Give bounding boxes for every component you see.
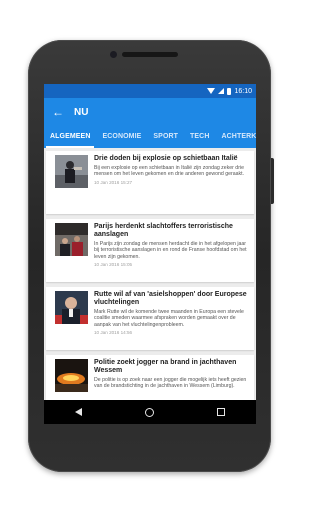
- article-thumbnail: [55, 359, 88, 392]
- power-button: [271, 158, 274, 204]
- status-time: 16:10: [234, 87, 252, 95]
- tab-sport[interactable]: SPORT: [147, 126, 184, 148]
- article-headline: Drie doden bij explosie op schietbaan It…: [94, 155, 238, 162]
- tab-economie[interactable]: ECONOMIE: [96, 126, 147, 148]
- app-title: NU: [74, 106, 89, 118]
- article-thumbnail: [55, 291, 88, 324]
- article-headline: Rutte wil af van 'asielshoppen' door Eur…: [94, 291, 247, 306]
- article-date: 10 Jan 2016 14:56: [94, 330, 133, 336]
- article-excerpt: De politie is op zoek naar een jogger di…: [94, 377, 247, 390]
- article-card[interactable]: Drie doden bij explosie op schietbaan It…: [46, 151, 254, 214]
- article-excerpt: Bij een explosie op een schietbaan in It…: [94, 165, 244, 178]
- news-feed: Drie doden bij explosie op schietbaan It…: [44, 148, 256, 418]
- article-date: 10 Jan 2016 15:27: [94, 179, 133, 185]
- article-card[interactable]: Parijs herdenkt slachtoffers terroristis…: [46, 219, 254, 282]
- article-date: 10 Jan 2016 15:05: [94, 262, 133, 268]
- wifi-icon: [207, 88, 216, 94]
- arrow-left-icon[interactable]: ←: [52, 106, 70, 118]
- app-bar: ← NU: [44, 98, 256, 126]
- signal-icon: [218, 88, 225, 94]
- tab-tech[interactable]: TECH: [184, 126, 215, 148]
- battery-icon: [227, 87, 232, 95]
- category-tabs: ALGEMEEN ECONOMIE SPORT TECH ACHTERKLAP: [44, 126, 256, 148]
- article-thumbnail: [55, 155, 88, 188]
- article-thumbnail: [55, 223, 88, 256]
- article-headline: Politie zoekt jogger na brand in jachtha…: [94, 359, 237, 374]
- triangle-back-icon[interactable]: [75, 408, 83, 416]
- tab-algemeen[interactable]: ALGEMEEN: [44, 126, 96, 148]
- circle-home-icon[interactable]: [144, 407, 154, 417]
- status-bar: 16:10: [44, 84, 256, 98]
- front-camera: [110, 51, 117, 58]
- article-excerpt: Mark Rutte wil de komende twee maanden i…: [94, 309, 244, 328]
- screen: 16:10 ← NU ALGEMEEN ECONOMIE SPORT TECH …: [44, 84, 256, 424]
- article-headline: Parijs herdenkt slachtoffers terroristis…: [94, 223, 233, 238]
- tab-achterklap[interactable]: ACHTERKLAP: [216, 126, 257, 148]
- earpiece-speaker: [122, 52, 178, 57]
- article-excerpt: In Parijs zijn zondag de mensen herdacht…: [94, 241, 247, 260]
- system-nav-bar: [44, 400, 256, 424]
- article-card[interactable]: Rutte wil af van 'asielshoppen' door Eur…: [46, 287, 254, 350]
- square-recent-icon[interactable]: [216, 408, 225, 416]
